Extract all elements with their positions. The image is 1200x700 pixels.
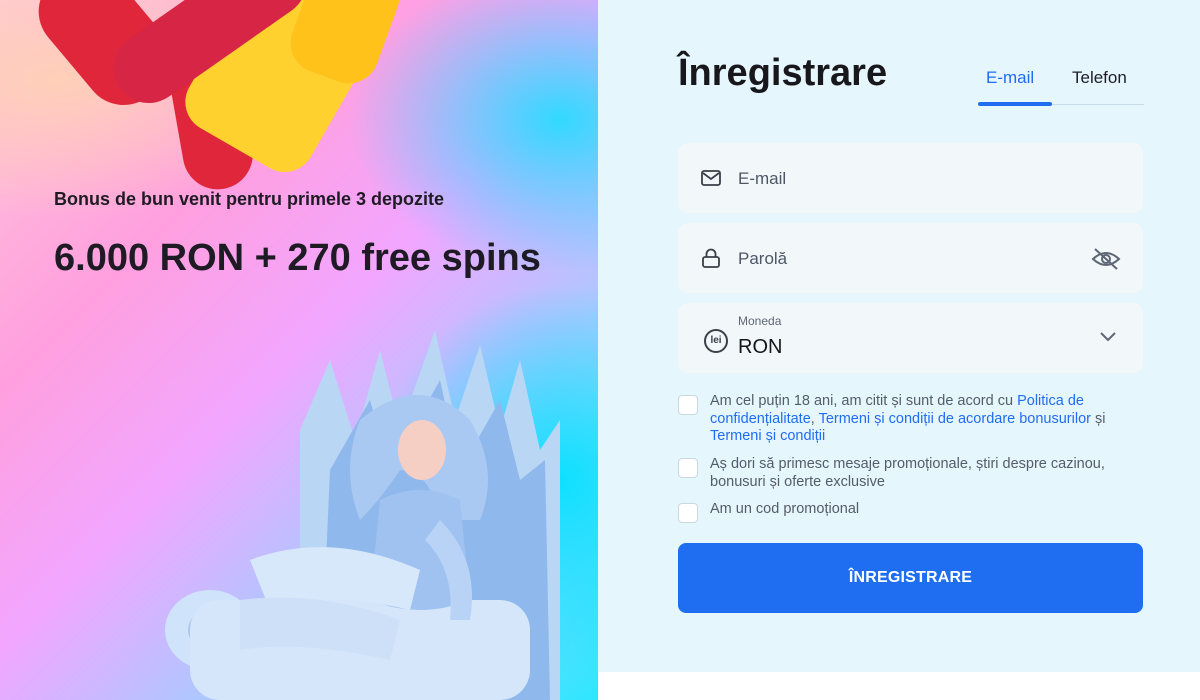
currency-value: RON	[738, 336, 783, 358]
registration-tabs: E-mail Telefon	[978, 64, 1144, 106]
promo-code-checkbox[interactable]	[678, 503, 698, 523]
currency-label: Moneda	[738, 314, 782, 328]
password-input[interactable]	[738, 249, 1068, 269]
promo-headline: 6.000 RON + 270 free spins	[54, 237, 541, 279]
chevron-down-icon	[1100, 332, 1116, 342]
terms-link[interactable]: Termeni și condiții	[710, 428, 825, 444]
email-field[interactable]	[678, 143, 1143, 213]
bonus-terms-link[interactable]: Termeni și condiții de acordare bonusuri…	[819, 411, 1091, 427]
tab-phone[interactable]: Telefon	[1072, 68, 1127, 88]
active-tab-indicator	[978, 102, 1052, 106]
register-button[interactable]: ÎNREGISTRARE	[678, 543, 1143, 613]
tab-email[interactable]: E-mail	[986, 68, 1034, 88]
candy-decoration	[38, 0, 400, 190]
lock-icon	[702, 248, 720, 268]
lei-currency-icon: lei	[704, 329, 728, 353]
currency-select[interactable]: lei Moneda RON	[678, 303, 1143, 373]
promo-subtitle: Bonus de bun venit pentru primele 3 depo…	[54, 189, 445, 209]
eye-off-icon[interactable]	[1091, 247, 1121, 271]
terms-text-part: ,	[810, 410, 819, 427]
terms-checkbox[interactable]	[678, 395, 698, 415]
terms-text: Am cel puțin 18 ani, am citit și sunt de…	[710, 393, 1142, 446]
promo-code-text: Am un cod promoțional	[710, 501, 860, 517]
email-input[interactable]	[738, 169, 1068, 189]
promo-artwork	[38, 0, 560, 700]
promo-banner: Bonus de bun venit pentru primele 3 depo…	[0, 0, 598, 700]
marketing-checkbox[interactable]	[678, 458, 698, 478]
password-field[interactable]	[678, 223, 1143, 293]
panel-bottom-strip	[598, 672, 1200, 700]
form-title: Înregistrare	[678, 52, 888, 94]
terms-text-part: Am cel puțin 18 ani, am citit și sunt de…	[710, 393, 1018, 409]
terms-text-part: și	[1090, 410, 1106, 427]
ice-queen-illustration	[165, 330, 560, 700]
registration-panel: Înregistrare E-mail Telefon lei Moneda R…	[598, 0, 1200, 672]
marketing-text: Aș dori să primesc mesaje promoționale, …	[710, 456, 1105, 490]
envelope-icon	[701, 170, 721, 186]
